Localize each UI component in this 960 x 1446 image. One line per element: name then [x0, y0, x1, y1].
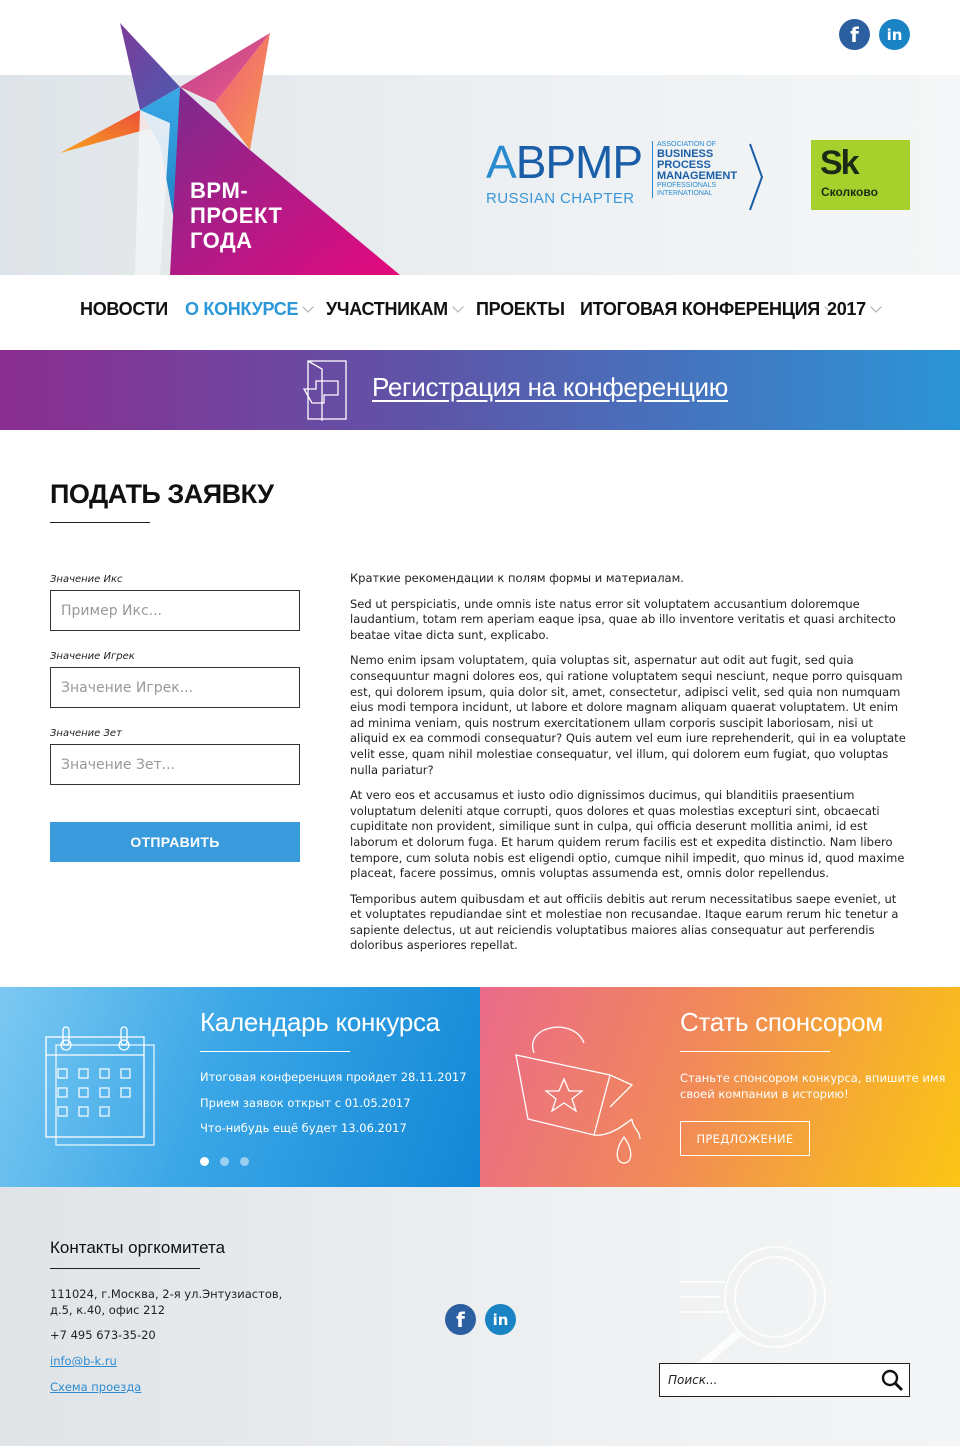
nav-item-participants[interactable]: УЧАСТНИКАМ	[326, 299, 464, 320]
abpmp-subtitle: RUSSIAN CHAPTER	[486, 190, 635, 207]
linkedin-glyph: in	[886, 25, 903, 44]
nav-item-year[interactable]: 2017	[827, 299, 882, 320]
chevron-down-icon	[452, 301, 464, 313]
abpmp-full-name: ASSOCIATION OF BUSINESS PROCESS MANAGEME…	[652, 141, 752, 198]
guidelines-paragraph: Sed ut perspiciatis, unde omnis iste nat…	[350, 596, 896, 642]
sponsor-title-underline	[680, 1051, 830, 1052]
search-icon	[881, 1369, 904, 1392]
calendar-icon	[45, 1026, 155, 1146]
facebook-icon[interactable]: f	[445, 1304, 476, 1335]
registration-banner[interactable]: Регистрация на конференцию	[0, 350, 960, 430]
linkedin-glyph: in	[492, 1310, 509, 1329]
calendar-block: Календарь конкурса Итоговая конференция …	[0, 987, 480, 1187]
contacts-title-underline	[50, 1268, 200, 1269]
logo-text: BPM- ПРОЕКТ ГОДА	[190, 178, 283, 253]
skolkovo-logo[interactable]: Sk Сколково	[811, 140, 910, 210]
field-z-input[interactable]	[50, 744, 300, 785]
abpmp-mark: ABPMP	[486, 136, 643, 188]
slider-dot-active[interactable]	[200, 1157, 209, 1166]
guidelines-paragraph: Nemo enim ipsam voluptatem, quia volupta…	[350, 653, 906, 777]
abpmp-logo[interactable]: ABPMP RUSSIAN CHAPTER ASSOCIATION OF BUS…	[486, 136, 776, 216]
sponsor-block: Стать спонсором Станьте спонсором конкур…	[480, 987, 960, 1187]
facebook-icon[interactable]: f	[839, 19, 870, 50]
calendar-title-underline	[200, 1051, 350, 1052]
facebook-glyph: f	[850, 22, 859, 47]
field-y-label: Значение Игрек	[50, 651, 135, 662]
field-x-label: Значение Икс	[50, 574, 123, 585]
form-guidelines-text: Краткие рекомендации к полям формы и мат…	[350, 571, 910, 964]
calendar-event: Прием заявок открыт с 01.05.2017	[200, 1096, 411, 1110]
registration-link[interactable]: Регистрация на конференцию	[372, 372, 728, 403]
chevron-right-icon	[749, 143, 764, 211]
title-underline	[50, 522, 150, 523]
footer: Контакты оргкомитета 111024, г.Москва, 2…	[0, 1187, 960, 1446]
sponsor-text: Станьте спонсором конкурса, впишите имя	[680, 1071, 946, 1085]
contacts-title: Контакты оргкомитета	[50, 1238, 226, 1257]
linkedin-icon[interactable]: in	[485, 1304, 516, 1335]
guidelines-paragraph: At vero eos et accusamus et iusto odio d…	[350, 788, 905, 881]
address: 111024, г.Москва, 2-я ул.Энтузиастов, д.…	[50, 1287, 283, 1317]
nav-item-projects[interactable]: ПРОЕКТЫ	[476, 299, 565, 320]
sponsor-text: своей компании в историю!	[680, 1087, 849, 1101]
search-input[interactable]	[660, 1364, 870, 1396]
guidelines-intro: Краткие рекомендации к полям формы и мат…	[350, 571, 684, 585]
watering-can-icon	[515, 1026, 641, 1164]
page-title: ПОДАТЬ ЗАЯВКУ	[50, 479, 274, 509]
slider-dot[interactable]	[240, 1157, 249, 1166]
search-button[interactable]	[879, 1368, 905, 1394]
guidelines-paragraph: Temporibus autem quibusdam et aut offici…	[350, 891, 899, 953]
calendar-title: Календарь конкурса	[200, 1007, 440, 1037]
submit-button[interactable]: ОТПРАВИТЬ	[50, 822, 300, 862]
search-box	[659, 1363, 910, 1397]
calendar-event: Что-нибудь ещё будет 13.06.2017	[200, 1121, 407, 1135]
linkedin-icon[interactable]: in	[879, 19, 910, 50]
skolkovo-name: Сколково	[821, 185, 878, 199]
chevron-down-icon	[870, 301, 882, 313]
calendar-event: Итоговая конференция пройдет 28.11.2017	[200, 1070, 467, 1084]
nav-item-news[interactable]: НОВОСТИ	[80, 299, 168, 320]
nav-item-conference[interactable]: ИТОГОВАЯ КОНФЕРЕНЦИЯ	[580, 299, 836, 320]
main-nav: НОВОСТИ О КОНКУРСЕ УЧАСТНИКАМ ПРОЕКТЫ ИТ…	[0, 275, 960, 350]
phone: +7 495 673-35-20	[50, 1328, 156, 1342]
field-y-input[interactable]	[50, 667, 300, 708]
chevron-down-icon	[302, 301, 314, 313]
sponsor-title: Стать спонсором	[680, 1007, 883, 1037]
field-x-input[interactable]	[50, 590, 300, 631]
door-icon	[302, 360, 347, 421]
skolkovo-mark: Sk	[820, 144, 860, 182]
proposal-button[interactable]: ПРЕДЛОЖЕНИЕ	[680, 1121, 810, 1156]
email-link[interactable]: info@b-k.ru	[50, 1354, 117, 1370]
field-z-label: Значение Зет	[50, 728, 122, 739]
map-link[interactable]: Схема проезда	[50, 1380, 141, 1396]
slider-dot[interactable]	[220, 1157, 229, 1166]
facebook-glyph: f	[456, 1307, 465, 1332]
nav-item-about[interactable]: О КОНКУРСЕ	[185, 299, 314, 320]
